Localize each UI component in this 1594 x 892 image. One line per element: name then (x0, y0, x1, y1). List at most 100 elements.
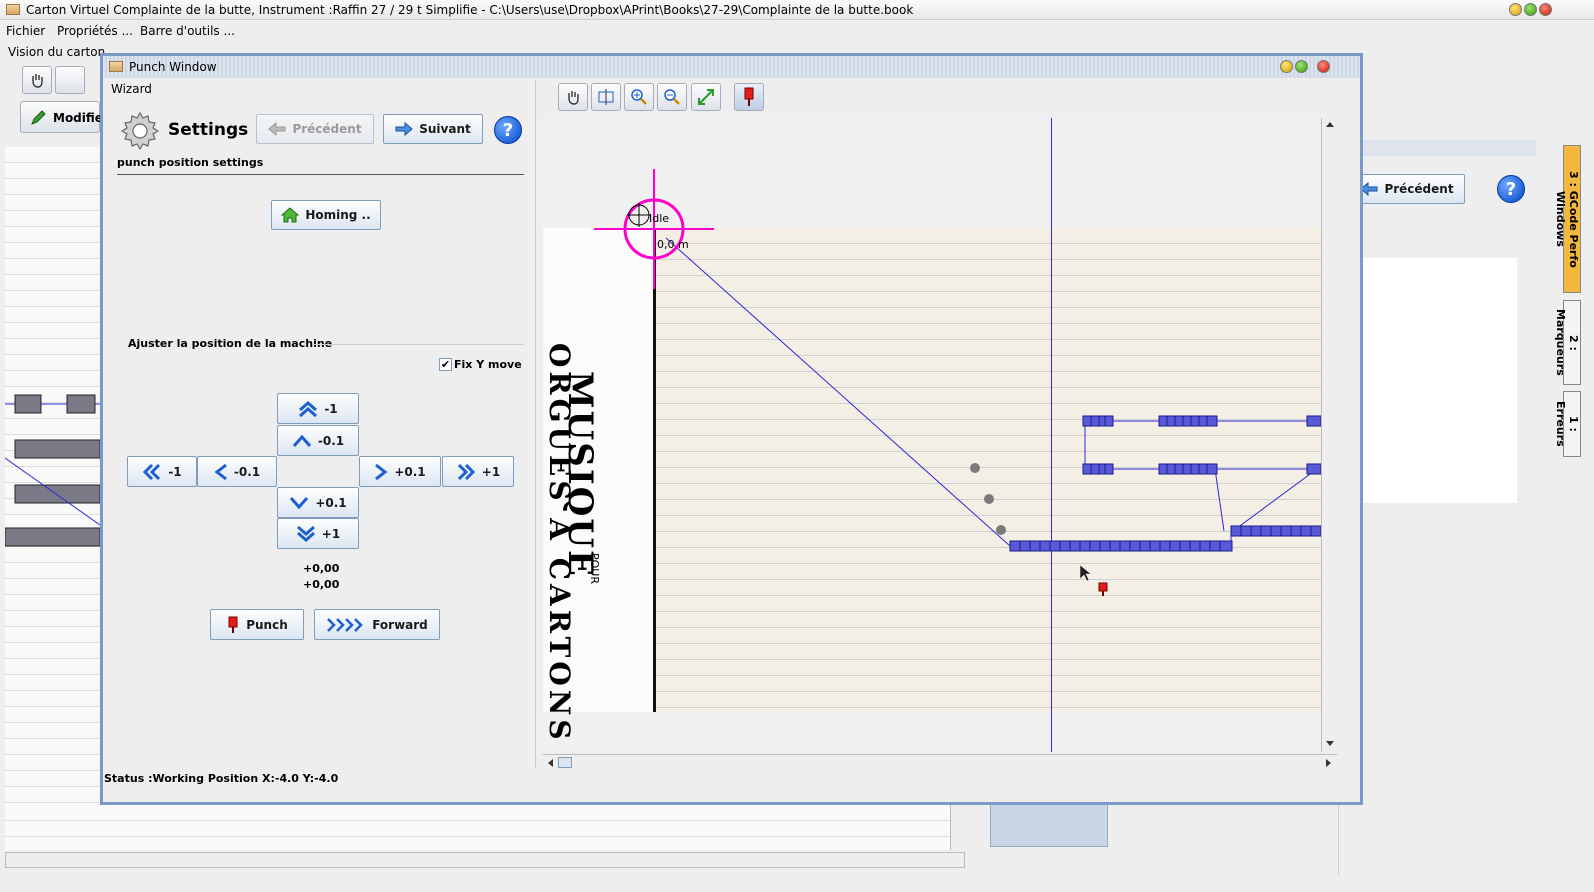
scroll-right-icon[interactable] (1325, 758, 1333, 768)
wizard-label: Wizard (111, 82, 152, 96)
main-title-bar: Carton Virtuel Complainte de la butte, I… (0, 0, 1594, 20)
arrow-left-icon (268, 122, 286, 136)
chevron-down-icon (290, 496, 309, 509)
punch-minimize-button[interactable] (1280, 60, 1293, 73)
double-chevron-down-icon (296, 525, 315, 542)
close-button[interactable] (1539, 3, 1552, 16)
scroll-down-icon[interactable] (1325, 740, 1335, 748)
right-help-button[interactable]: ? (1497, 175, 1525, 203)
origin-label: 0,0 m (657, 238, 689, 251)
precedent-label: Précédent (292, 122, 362, 136)
right-panel-content (1339, 258, 1517, 503)
side-tab-strip: 3 : GCode Perfo Windows 2 : Marqueurs 1 … (1554, 145, 1583, 875)
divider (117, 174, 524, 175)
punch-icon (228, 616, 238, 633)
offset-y-value: +0,00 (303, 578, 340, 591)
scroll-left-icon[interactable] (546, 758, 554, 768)
double-chevron-up-icon (299, 400, 318, 417)
precedent-button[interactable]: Précédent (256, 114, 374, 144)
move-down-01-button[interactable]: +0.1 (277, 487, 359, 518)
move-left-1-button[interactable]: -1 (127, 456, 197, 487)
menu-proprietes[interactable]: Propriétés ... (57, 24, 133, 38)
punch-window: Punch Window Wizard Settings Précédent S… (100, 53, 1363, 805)
move-right-01-button[interactable]: +0.1 (359, 456, 441, 487)
pan-tool-button[interactable] (558, 83, 588, 111)
hand-tool-button[interactable] (22, 66, 52, 94)
punch-window-title: Punch Window (129, 60, 217, 74)
canvas-vscroll[interactable] (1321, 118, 1337, 752)
adjust-label: Ajuster la position de la machine (128, 337, 333, 350)
fit-tool-button[interactable] (55, 66, 85, 94)
right-precedent-label: Précédent (1384, 182, 1454, 196)
forward-button[interactable]: Forward (314, 609, 440, 640)
home-icon (281, 207, 300, 223)
canvas-hscroll[interactable] (543, 754, 1337, 770)
background-hscroll[interactable] (5, 852, 965, 868)
gear-icon (120, 111, 160, 151)
move-up-01-button[interactable]: -0.1 (277, 425, 359, 456)
punch-button[interactable]: Punch (210, 609, 304, 640)
fit-icon (598, 89, 614, 105)
adjust-divider (313, 344, 524, 345)
punch-maximize-button[interactable] (1295, 60, 1308, 73)
fix-y-checkbox[interactable]: ✔ (439, 358, 452, 371)
punch-window-icon (109, 61, 123, 72)
offset-x-value: +0,00 (303, 562, 340, 575)
double-chevron-right-icon (457, 463, 475, 480)
move-down-1-label: +1 (321, 526, 341, 541)
move-up-1-button[interactable]: -1 (277, 393, 359, 424)
maximize-button[interactable] (1524, 3, 1537, 16)
punch-tool-button[interactable] (734, 83, 764, 111)
punch-window-title-bar: Punch Window (103, 56, 1360, 78)
tab-gcode-perfo[interactable]: 3 : GCode Perfo Windows (1554, 145, 1581, 293)
right-precedent-button[interactable]: Précédent (1349, 174, 1465, 204)
double-chevron-left-icon (143, 463, 161, 480)
punch-icon (744, 87, 754, 106)
punch-canvas[interactable]: MUSIQUE ORGUES A CARTONS POUR Idle 0,0 m (543, 118, 1321, 752)
homing-label: Homing .. (305, 208, 371, 222)
zoom-out-icon (664, 89, 680, 105)
zoom-in-button[interactable] (624, 83, 654, 111)
help-button[interactable]: ? (494, 116, 522, 144)
move-down-1-button[interactable]: +1 (277, 518, 359, 549)
tab-marqueurs[interactable]: 2 : Marqueurs (1554, 300, 1581, 385)
hscroll-thumb[interactable] (558, 757, 572, 768)
chevron-left-icon (214, 463, 227, 480)
minimize-button[interactable] (1509, 3, 1522, 16)
menu-bar: Fichier Propriétés ... Barre d'outils ..… (0, 20, 1594, 42)
settings-subtitle: punch position settings (117, 156, 264, 169)
status-bar: Status :Working Position X:-4.0 Y:-4.0 (104, 772, 339, 785)
app-icon (6, 4, 20, 15)
tab-erreurs[interactable]: 1 : Erreurs (1554, 391, 1581, 457)
menu-fichier[interactable]: Fichier (6, 24, 45, 38)
move-right-01-label: +0.1 (394, 464, 426, 479)
punch-close-button[interactable] (1317, 60, 1330, 73)
pane-divider[interactable] (535, 80, 536, 768)
background-notes (5, 394, 100, 547)
forward-icon (327, 617, 363, 632)
main-window-title: Carton Virtuel Complainte de la butte, I… (26, 3, 914, 17)
background-card-bottom (5, 805, 950, 850)
scroll-up-icon[interactable] (1325, 120, 1335, 128)
pencil-icon (31, 110, 46, 125)
chevron-right-icon (375, 463, 388, 480)
menu-barre-outils[interactable]: Barre d'outils ... (140, 24, 235, 38)
help-label: ? (502, 119, 514, 141)
homing-button[interactable]: Homing .. (271, 200, 381, 230)
modifier-button[interactable]: Modifier (20, 101, 109, 133)
move-right-1-button[interactable]: +1 (442, 456, 514, 487)
move-down-01-label: +0.1 (315, 495, 347, 510)
zoom-in-icon (631, 89, 647, 105)
move-up-01-label: -0.1 (317, 433, 345, 448)
arrow-right-icon (395, 122, 414, 136)
expand-icon (698, 89, 714, 105)
chevron-up-icon (292, 434, 311, 447)
zoom-out-button[interactable] (657, 83, 687, 111)
suivant-button[interactable]: Suivant (383, 114, 483, 144)
suivant-label: Suivant (419, 122, 471, 136)
vision-label: Vision du carton (8, 45, 106, 59)
move-left-01-button[interactable]: -0.1 (197, 456, 277, 487)
zoom-fit-button[interactable] (691, 83, 721, 111)
fit-view-button[interactable] (591, 83, 621, 111)
move-left-1-label: -1 (168, 464, 182, 479)
